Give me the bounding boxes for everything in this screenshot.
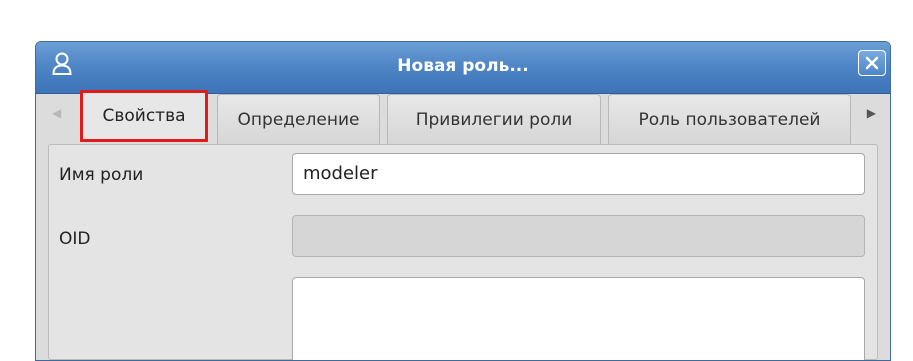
- oid-input: [292, 215, 865, 257]
- properties-panel: Имя роли modeler OID: [48, 144, 878, 360]
- tab-role-privileges[interactable]: Привилегии роли: [387, 94, 601, 144]
- tab-scroll-left-icon[interactable]: ◀: [52, 106, 61, 120]
- close-icon: [865, 56, 879, 70]
- role-name-label: Имя роли: [59, 165, 144, 185]
- comment-textarea[interactable]: [292, 277, 865, 360]
- role-name-input[interactable]: modeler: [292, 153, 865, 195]
- window-title: Новая роль...: [397, 56, 529, 76]
- close-button[interactable]: [858, 50, 886, 76]
- tab-properties[interactable]: Свойства: [80, 90, 208, 142]
- tab-definition[interactable]: Определение: [217, 94, 380, 144]
- tab-bar: ◀ Свойства Определение Привилегии роли Р…: [36, 90, 890, 144]
- tab-user-roles[interactable]: Роль пользователей: [608, 94, 851, 144]
- dialog-window: Новая роль... ◀ Свойства Определение При…: [35, 41, 891, 361]
- titlebar[interactable]: Новая роль...: [36, 42, 890, 94]
- tab-scroll-right-icon[interactable]: ▶: [867, 106, 876, 120]
- oid-label: OID: [59, 229, 91, 249]
